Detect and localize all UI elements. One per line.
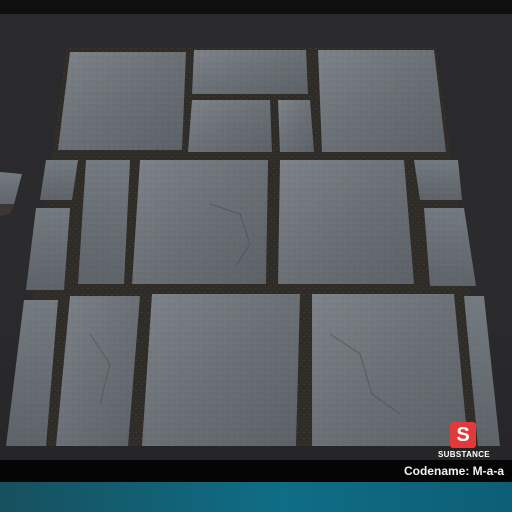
stone-fragment xyxy=(0,172,22,208)
codename-label: Codename: M-a-a xyxy=(403,464,504,478)
screenshot-root: S SUBSTANCE Codename: M-a-a xyxy=(0,0,512,512)
substance-logo: S SUBSTANCE xyxy=(432,422,496,460)
render-viewport: S SUBSTANCE xyxy=(0,14,512,460)
bottom-accent-strip xyxy=(0,482,512,512)
stone-texture-overlay xyxy=(14,48,492,446)
top-bar xyxy=(0,0,512,14)
logo-wordmark: SUBSTANCE xyxy=(438,450,490,459)
stone-fragment-edge xyxy=(0,204,14,216)
caption-bar: Codename: M-a-a xyxy=(0,460,512,482)
stone-floor-render xyxy=(0,48,500,446)
logo-mark: S xyxy=(450,422,476,448)
